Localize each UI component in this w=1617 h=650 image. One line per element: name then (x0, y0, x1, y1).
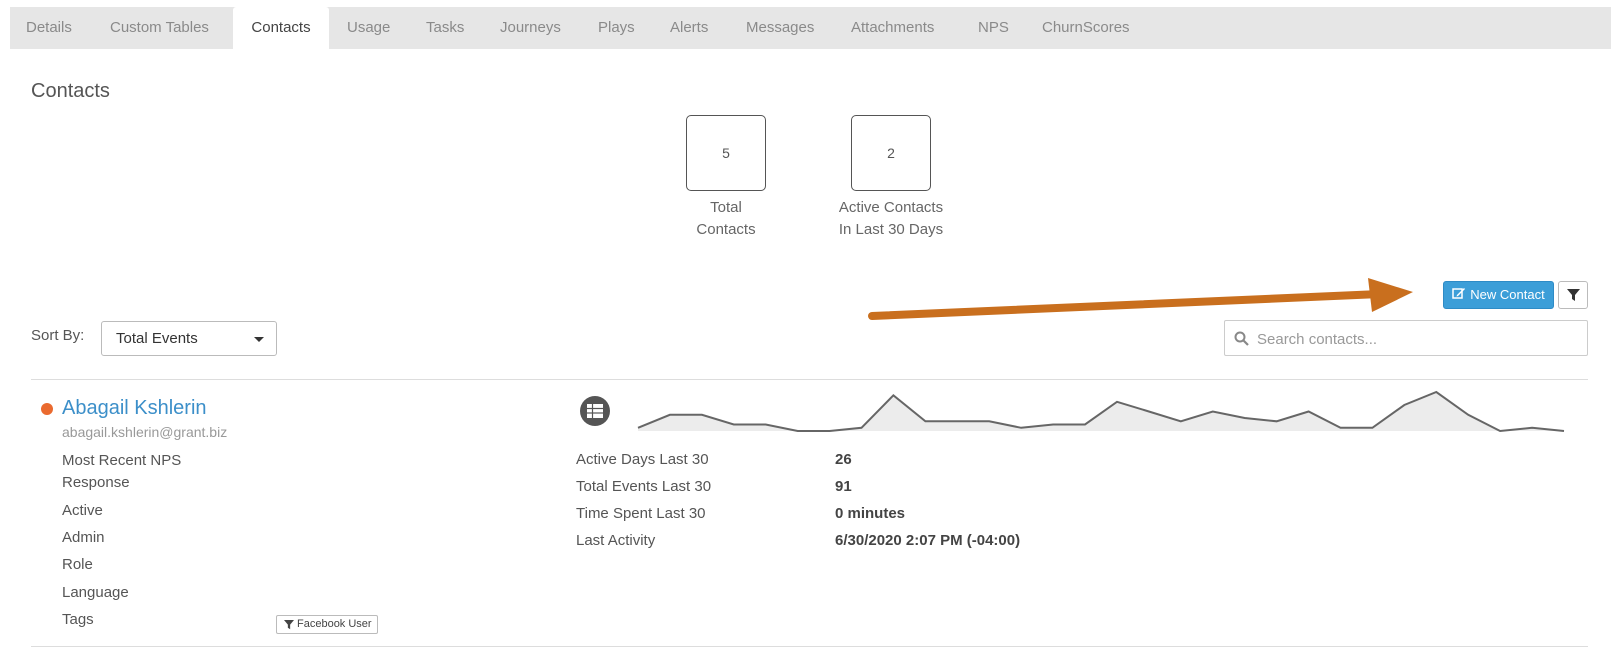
tab-nps[interactable]: NPS (978, 7, 1009, 49)
tab-bar: Details Custom Tables Contacts Usage Tas… (10, 7, 1611, 49)
new-contact-label: New Contact (1470, 287, 1545, 302)
metric-label: Total Events Last 30 (576, 478, 712, 495)
tab-usage[interactable]: Usage (347, 7, 390, 49)
tab-journeys[interactable]: Journeys (500, 7, 561, 49)
edit-icon (1452, 283, 1466, 309)
contact-name-link[interactable]: Abagail Kshlerin (62, 397, 207, 420)
tab-custom-tables[interactable]: Custom Tables (110, 7, 209, 49)
tab-plays[interactable]: Plays (598, 7, 635, 49)
sort-select[interactable]: Total Events (101, 321, 277, 356)
metric-label: Last Activity (576, 532, 656, 549)
field-label-nps: Most Recent NPS Response (62, 450, 181, 494)
tab-attachments[interactable]: Attachments (851, 7, 934, 49)
tab-contacts[interactable]: Contacts (233, 7, 329, 49)
metric-value: 0 minutes (835, 505, 906, 522)
stat-label-line: In Last 30 Days (838, 221, 944, 238)
metric-label: Active Days Last 30 (576, 451, 709, 468)
stat-label-line: Total (710, 199, 742, 216)
stat-label-line: Contacts (696, 221, 756, 238)
tab-alerts[interactable]: Alerts (670, 7, 708, 49)
stat-label-line: Active Contacts (838, 199, 944, 216)
total-contacts-label: Total Contacts (656, 197, 796, 241)
tag-label: Facebook User (297, 618, 372, 630)
tab-messages[interactable]: Messages (746, 7, 814, 49)
divider (31, 646, 1588, 647)
field-label-line: Response (62, 474, 130, 491)
table-view-icon[interactable] (580, 396, 610, 426)
total-contacts-stat: 5 (686, 115, 766, 191)
search-box (1224, 320, 1588, 356)
activity-sparkline (637, 390, 1565, 433)
page-title: Contacts (31, 80, 110, 102)
divider (31, 379, 1588, 380)
contact-email: abagail.kshlerin@grant.biz (62, 424, 228, 440)
field-label-active: Active (62, 502, 103, 519)
status-dot (41, 403, 53, 415)
active-contacts-stat: 2 (851, 115, 931, 191)
filter-icon (1567, 289, 1580, 301)
sort-label: Sort By: (31, 327, 85, 344)
caret-down-icon (254, 337, 264, 342)
sort-selected-value: Total Events (116, 330, 198, 347)
metric-value: 26 (835, 451, 852, 468)
field-label-language: Language (62, 584, 129, 601)
metric-value: 6/30/2020 2:07 PM (-04:00) (835, 532, 1021, 549)
field-label-admin: Admin (62, 529, 105, 546)
field-label-line: Most Recent NPS (62, 452, 182, 469)
annotation-arrow (868, 278, 1413, 320)
field-label-tags: Tags (62, 611, 94, 628)
tag-chip[interactable]: Facebook User (276, 615, 378, 634)
tab-details[interactable]: Details (26, 7, 72, 49)
metric-value: 91 (835, 478, 852, 495)
field-label-role: Role (62, 556, 93, 573)
search-input[interactable] (1255, 325, 1579, 353)
filter-button[interactable] (1558, 281, 1588, 309)
search-icon (1234, 331, 1249, 346)
tab-churnscores[interactable]: ChurnScores (1042, 7, 1130, 49)
tab-tasks[interactable]: Tasks (426, 7, 464, 49)
filter-icon (284, 620, 294, 630)
active-contacts-label: Active Contacts In Last 30 Days (821, 197, 961, 241)
metric-label: Time Spent Last 30 (576, 505, 706, 522)
new-contact-button[interactable]: New Contact (1443, 281, 1554, 309)
